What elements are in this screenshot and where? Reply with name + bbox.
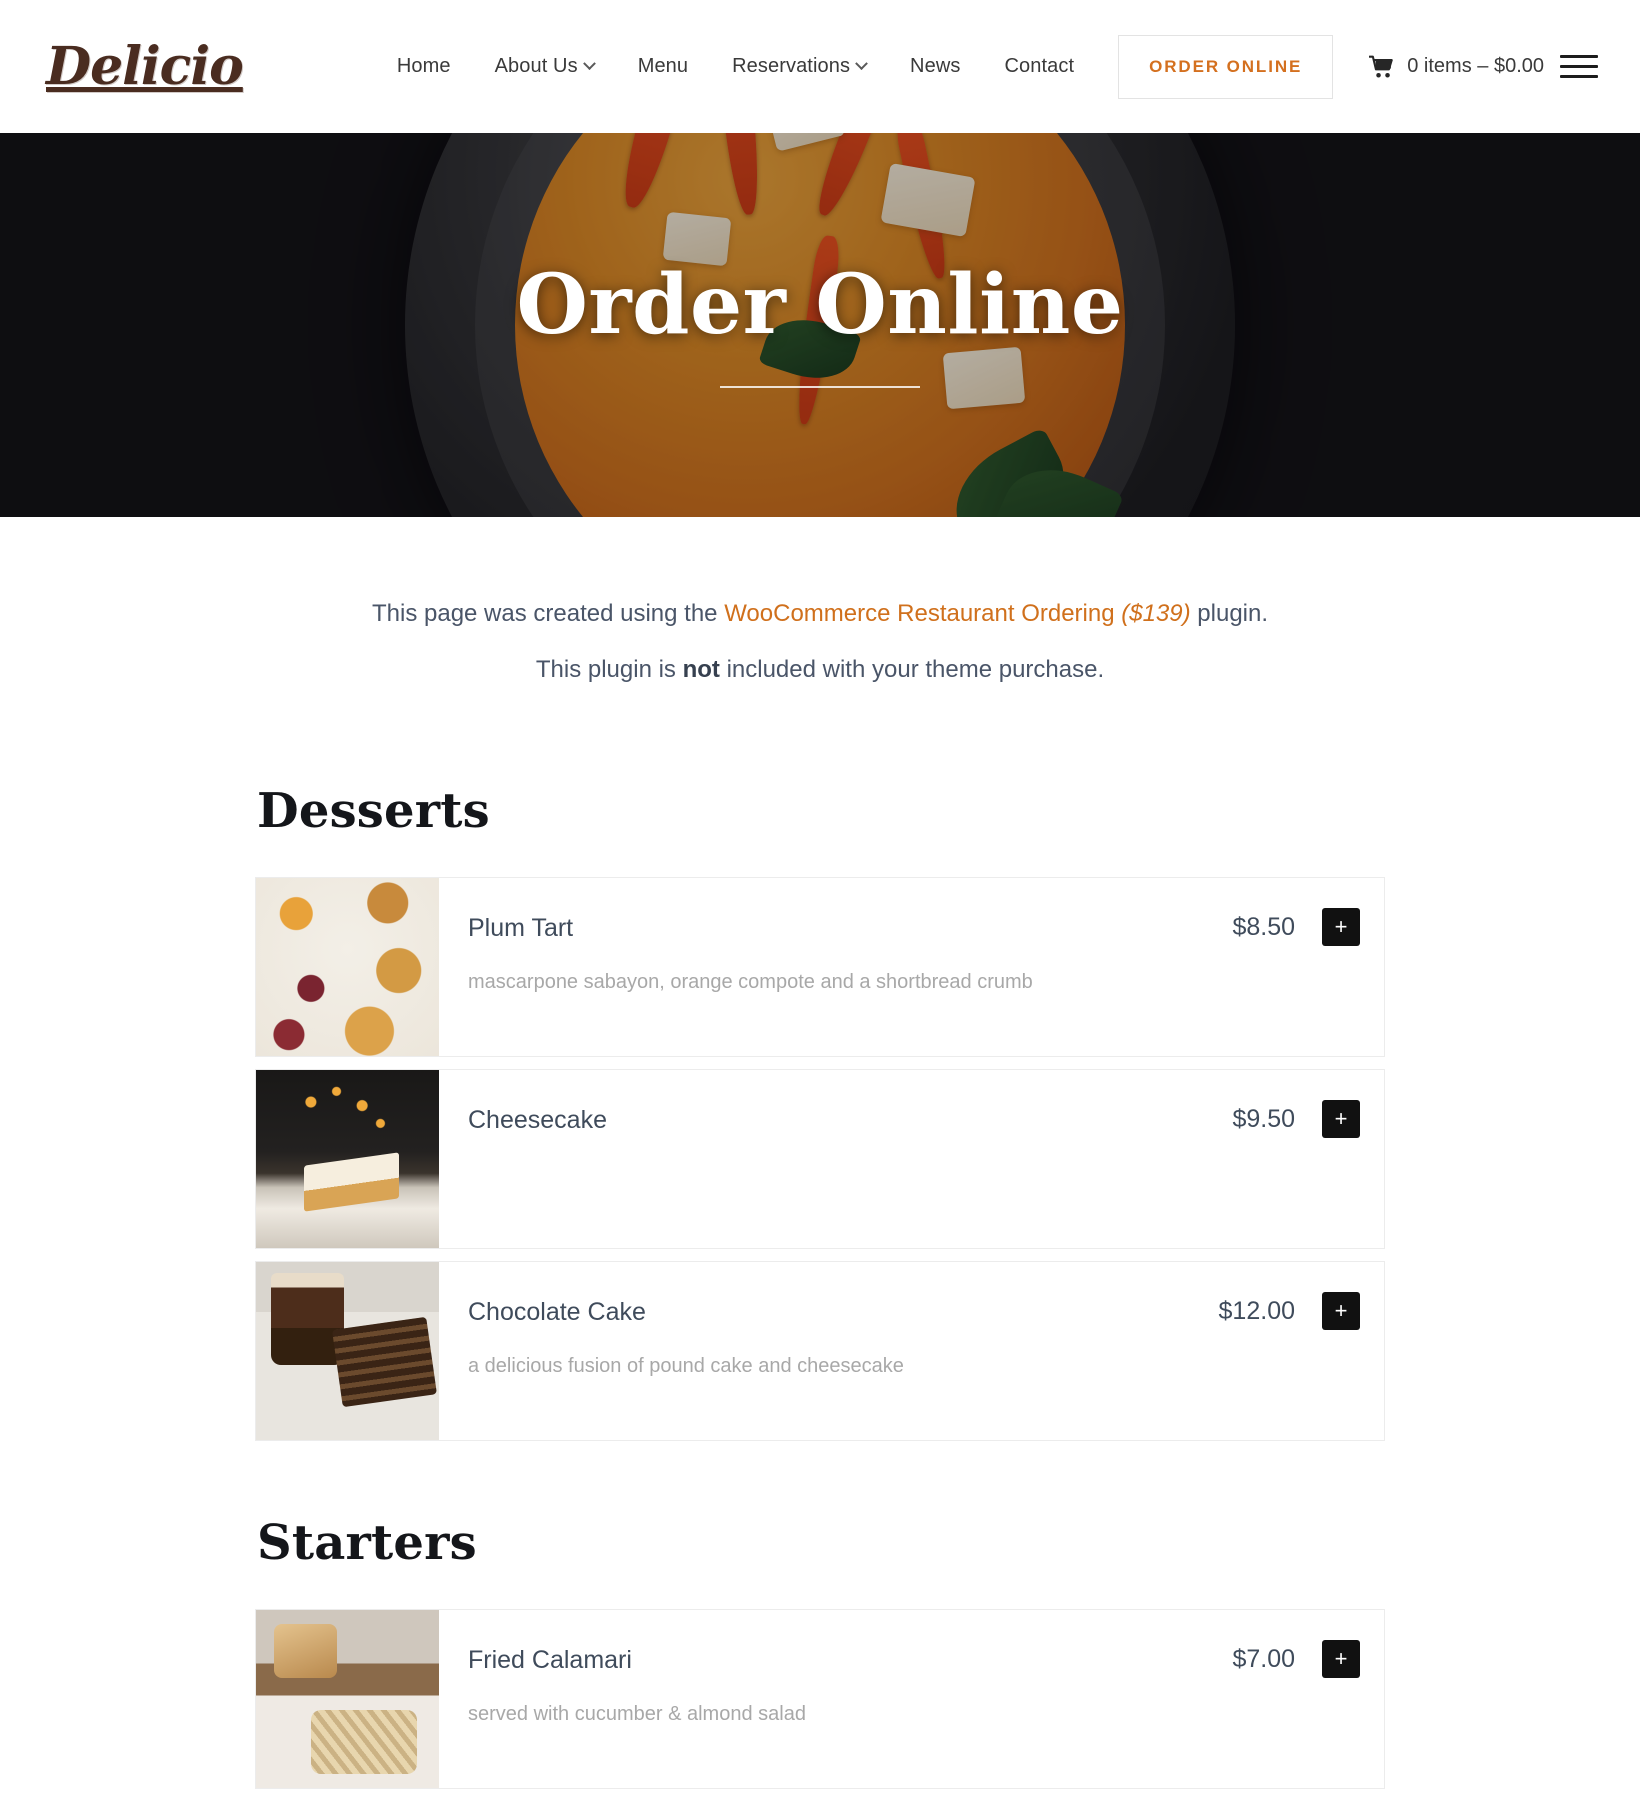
section-heading-starters: Starters [257, 1515, 477, 1571]
menu-item-name: Plum Tart [468, 914, 574, 942]
fried-calamari-photo [256, 1610, 439, 1788]
cart-summary-text: 0 items – $0.00 [1407, 55, 1544, 77]
cheesecake-photo [256, 1070, 439, 1248]
site-logo[interactable]: Delicio [42, 40, 244, 93]
hamburger-menu-icon[interactable] [1560, 55, 1598, 78]
page-title: Order Online [516, 256, 1124, 353]
menu-item-name: Chocolate Cake [468, 1298, 646, 1326]
notice-text: This page was created using the [371, 600, 725, 627]
burger-bar [1560, 65, 1598, 68]
menu-item-price: $9.50 [1232, 1105, 1295, 1133]
notice-text: included with your theme purchase. [719, 656, 1105, 683]
title-divider [720, 386, 920, 389]
menu-item-description: mascarpone sabayon, orange compote and a… [468, 971, 1033, 993]
cart-widget[interactable]: 0 items – $0.00 [1369, 55, 1544, 79]
nav-label: Home [396, 55, 451, 77]
notice-line-2: This plugin is not included with your th… [0, 649, 1640, 691]
notice-emphasis: not [682, 656, 720, 683]
nav-label: About Us [494, 55, 578, 77]
notice-text: This plugin is [535, 656, 683, 683]
menu-item-price: $12.00 [1218, 1297, 1295, 1325]
menu-item-price: $8.50 [1232, 913, 1295, 941]
nav-label: Menu [637, 55, 689, 77]
nav-item-reservations[interactable]: Reservations [710, 45, 888, 88]
nav-item-news[interactable]: News [888, 45, 982, 88]
menu-container: Desserts Plum Tart $8.50 + mascarpone sa… [255, 691, 1385, 1789]
menu-item-description: a delicious fusion of pound cake and che… [468, 1355, 904, 1377]
menu-item-name: Cheesecake [468, 1106, 607, 1134]
nav-label: Contact [1004, 55, 1075, 77]
notice-text: plugin. [1190, 600, 1269, 627]
plugin-notice: This page was created using the WooComme… [0, 517, 1640, 691]
menu-item-row[interactable]: Chocolate Cake $12.00 + a delicious fusi… [255, 1261, 1385, 1441]
shopping-cart-icon [1369, 55, 1394, 78]
order-online-button[interactable]: ORDER ONLINE [1118, 34, 1334, 99]
burger-bar [1560, 75, 1598, 78]
chevron-down-icon [582, 57, 596, 71]
nav-item-contact[interactable]: Contact [982, 45, 1096, 88]
menu-item-row[interactable]: Plum Tart $8.50 + mascarpone sabayon, or… [255, 877, 1385, 1057]
add-to-cart-button[interactable]: + [1322, 908, 1360, 946]
add-to-cart-button[interactable]: + [1322, 1292, 1360, 1330]
nav-label: News [910, 55, 961, 77]
add-to-cart-button[interactable]: + [1322, 1640, 1360, 1678]
page-hero: Order Online [0, 133, 1640, 517]
primary-navigation: Home About Us Menu Reservations News Con… [375, 34, 1598, 99]
menu-item-row[interactable]: Fried Calamari $7.00 + served with cucum… [255, 1609, 1385, 1789]
notice-line-1: This page was created using the WooComme… [0, 593, 1640, 635]
menu-item-price: $7.00 [1232, 1645, 1295, 1673]
nav-label: Reservations [732, 55, 851, 77]
add-to-cart-button[interactable]: + [1322, 1100, 1360, 1138]
nav-item-about-us[interactable]: About Us [473, 45, 616, 88]
section-heading-desserts: Desserts [257, 783, 490, 839]
plugin-link[interactable]: WooCommerce Restaurant Ordering [724, 600, 1114, 627]
menu-item-row[interactable]: Cheesecake $9.50 + [255, 1069, 1385, 1249]
chevron-down-icon [855, 57, 868, 71]
menu-item-name: Fried Calamari [468, 1646, 632, 1674]
plugin-price: ($139) [1114, 600, 1191, 627]
nav-item-home[interactable]: Home [375, 45, 473, 88]
menu-item-description: served with cucumber & almond salad [468, 1703, 806, 1725]
chocolate-cake-photo [256, 1262, 439, 1440]
burger-bar [1560, 55, 1598, 58]
plum-tart-photo [256, 878, 439, 1056]
nav-item-menu[interactable]: Menu [616, 45, 710, 88]
site-header: Delicio Home About Us Menu Reservations … [0, 0, 1640, 133]
